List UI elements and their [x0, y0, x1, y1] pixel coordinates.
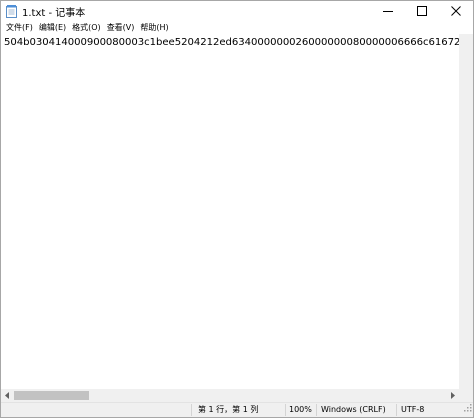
vertical-scrollbar[interactable]: [459, 34, 473, 389]
menu-file[interactable]: 文件(F): [4, 21, 35, 34]
close-icon: [451, 6, 461, 16]
window-controls: [371, 1, 473, 21]
resize-grip-icon[interactable]: [463, 397, 472, 416]
text-editor[interactable]: 504b030414000900080003c1bee5204212ed6340…: [1, 34, 459, 389]
status-separator: [285, 404, 286, 416]
notepad-icon: [6, 4, 17, 18]
encoding: UTF-8: [401, 405, 425, 414]
horizontal-scroll-thumb[interactable]: [14, 391, 89, 400]
status-separator: [396, 404, 397, 416]
minimize-icon: [383, 11, 393, 12]
window-title: 1.txt - 记事本: [22, 7, 86, 19]
status-separator: [316, 404, 317, 416]
editor-content[interactable]: 504b030414000900080003c1bee5204212ed6340…: [4, 37, 459, 48]
menu-help[interactable]: 帮助(H): [138, 21, 170, 34]
close-button[interactable]: [439, 1, 473, 21]
cursor-position: 第 1 行，第 1 列: [198, 405, 259, 414]
scroll-left-button[interactable]: [1, 389, 14, 402]
status-separator: [191, 404, 192, 416]
menu-format[interactable]: 格式(O): [70, 21, 103, 34]
line-ending: Windows (CRLF): [321, 405, 386, 414]
zoom-level: 100%: [289, 405, 312, 414]
notepad-window: 1.txt - 记事本 文件(F) 编辑(E) 格式(O) 查看(V) 帮助(H…: [0, 0, 474, 418]
maximize-button[interactable]: [405, 1, 439, 21]
minimize-button[interactable]: [371, 1, 405, 21]
title-bar[interactable]: 1.txt - 记事本: [1, 1, 473, 21]
maximize-icon: [417, 6, 427, 16]
scroll-right-button[interactable]: [446, 389, 459, 402]
menu-edit[interactable]: 编辑(E): [37, 21, 68, 34]
horizontal-scrollbar[interactable]: [1, 389, 459, 402]
chevron-left-icon: [5, 392, 9, 399]
status-bar: 第 1 行，第 1 列 100% Windows (CRLF) UTF-8: [1, 402, 473, 417]
menu-view[interactable]: 查看(V): [105, 21, 137, 34]
menu-bar: 文件(F) 编辑(E) 格式(O) 查看(V) 帮助(H): [1, 21, 473, 34]
chevron-right-icon: [451, 392, 455, 399]
